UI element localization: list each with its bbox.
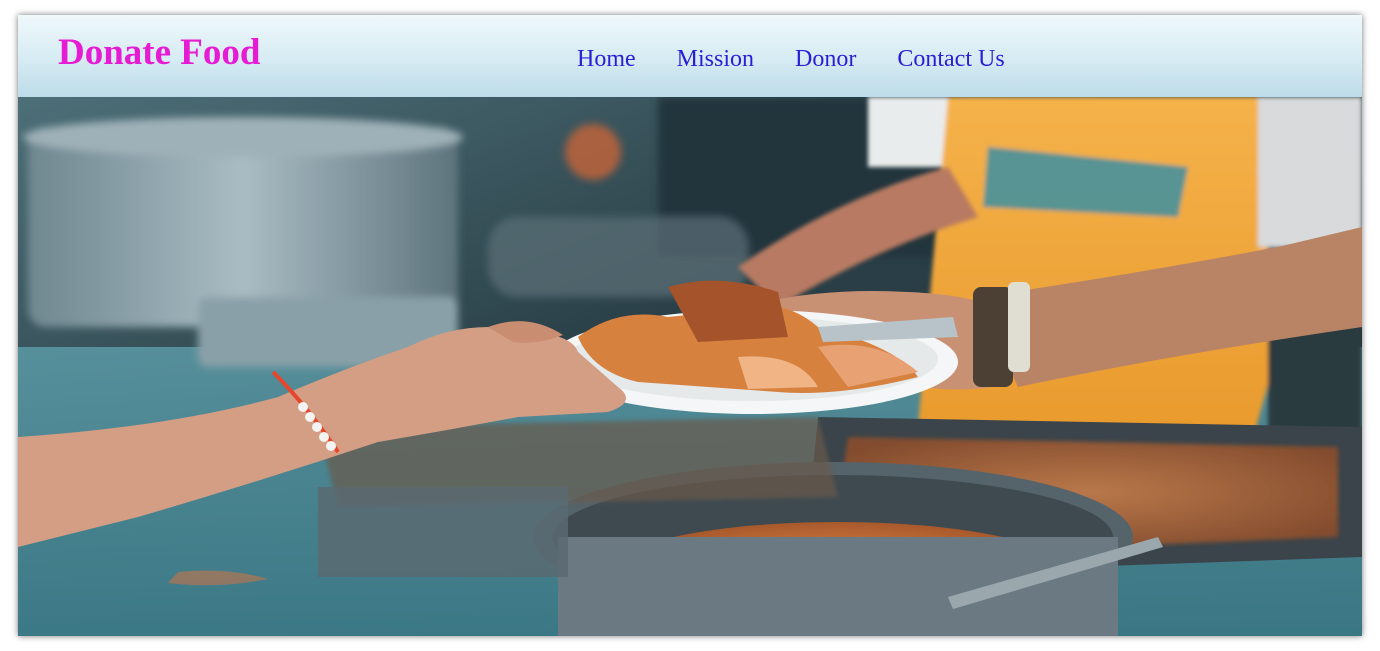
nav-item-donor: Donor bbox=[795, 45, 856, 73]
nav-link-home[interactable]: Home bbox=[577, 46, 636, 72]
nav-link-contact-us[interactable]: Contact Us bbox=[897, 46, 1004, 72]
nav-item-home: Home bbox=[577, 45, 636, 73]
nav-link-mission[interactable]: Mission bbox=[677, 46, 754, 72]
brand-title[interactable]: Donate Food bbox=[58, 33, 260, 73]
nav-item-mission: Mission bbox=[677, 45, 754, 73]
hero-image bbox=[18, 97, 1362, 636]
page-frame: Donate Food Home Mission Donor Contact U… bbox=[18, 15, 1362, 636]
nav-item-contact-us: Contact Us bbox=[897, 45, 1004, 73]
nav-menu: Home Mission Donor Contact Us bbox=[577, 45, 1005, 73]
food-serving-photo bbox=[18, 97, 1362, 636]
nav-link-donor[interactable]: Donor bbox=[795, 46, 856, 72]
top-navbar: Donate Food Home Mission Donor Contact U… bbox=[18, 15, 1362, 97]
